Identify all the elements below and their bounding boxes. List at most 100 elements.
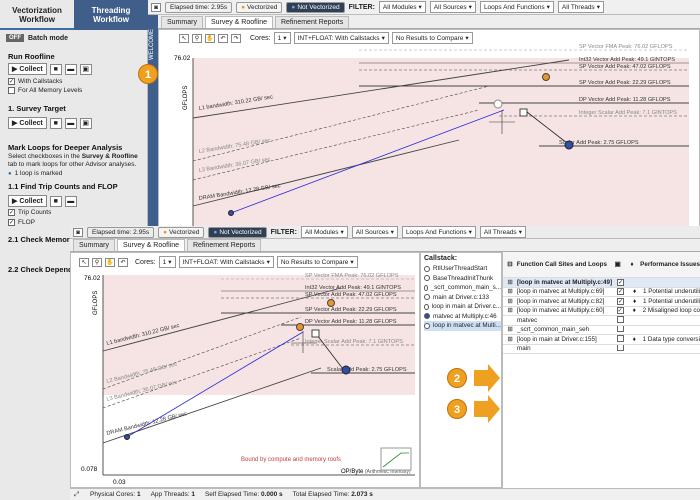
with-callstacks-checkbox[interactable]: ✓ (8, 78, 15, 85)
not-vectorized-filter[interactable]: ● Not Vectorized (286, 1, 345, 13)
col-performance-header[interactable]: Performance Issues (640, 261, 700, 268)
radio-icon[interactable] (424, 313, 430, 320)
survey-stop-icon[interactable]: ■ (49, 117, 62, 129)
all-memory-levels-checkbox[interactable] (8, 87, 15, 94)
bottom-modules-dropdown[interactable]: All Modules ▾ (300, 226, 348, 238)
expand-row-icon[interactable]: ⊞ (503, 326, 517, 333)
radio-icon[interactable] (424, 265, 430, 272)
camera-icon[interactable]: ◙ (151, 2, 161, 12)
with-callstacks-option[interactable]: ✓ With Callstacks (8, 78, 62, 85)
mark-checkbox[interactable]: ✓ (616, 297, 633, 305)
top-point-orange[interactable] (542, 73, 550, 81)
mark-checkbox[interactable] (616, 335, 633, 344)
camera-icon[interactable]: ◙ (73, 227, 83, 237)
trip-counts-stop-icon[interactable]: ■ (49, 195, 62, 207)
loops-grid-panel: ⊟ Function Call Sites and Loops ▣ ♦ Perf… (502, 252, 700, 488)
expand-row-icon[interactable]: ⊞ (503, 336, 517, 343)
bottom-threads-dropdown[interactable]: All Threads ▾ (479, 226, 526, 238)
mark-column-icon[interactable]: ▣ (615, 261, 631, 268)
sources-dropdown[interactable]: All Sources ▾ (429, 1, 476, 13)
radio-icon[interactable] (424, 303, 429, 310)
mark-checkbox[interactable]: ✓ (616, 307, 633, 315)
trip-counts-collect-button[interactable]: ▶ Collect (8, 195, 47, 207)
table-row[interactable]: ⊞ [loop in matvec at Multiply.c:69] ✓ ♦ 1 Po… (503, 288, 700, 297)
batch-mode-toggle[interactable]: OFF (6, 34, 24, 42)
bottom-point-blue[interactable] (341, 365, 351, 375)
mini-map[interactable] (380, 447, 412, 471)
tab-refinement-reports[interactable]: Refinement Reports (274, 16, 350, 28)
survey-collect-button[interactable]: ▶ Collect (8, 117, 47, 129)
mark-checkbox[interactable] (617, 325, 633, 335)
radio-icon[interactable] (424, 275, 430, 282)
modules-dropdown[interactable]: All Modules ▾ (378, 1, 426, 13)
expand-row-icon[interactable]: ⊞ (503, 279, 517, 286)
bottom-roofline-chart[interactable]: 76.02 0.078 0.03 GFLOPS OP/Byte (Arithme… (71, 253, 421, 489)
flame-column-icon[interactable]: ♦ (630, 261, 640, 268)
expand-row-icon[interactable]: ⊞ (503, 307, 517, 314)
top-point-square[interactable] (519, 108, 528, 117)
roofline-folder-icon[interactable]: ▬ (64, 63, 77, 75)
table-row[interactable]: ⊞ _scrt_common_main_seh (503, 325, 700, 335)
expand-row-icon[interactable]: ⊞ (503, 298, 517, 305)
trip-counts-folder-icon[interactable]: ▬ (64, 195, 77, 207)
trip-counts-checkbox[interactable]: ✓ (8, 209, 15, 216)
welcome-strip[interactable]: WELCOME (148, 0, 158, 235)
threads-dropdown[interactable]: All Threads ▾ (557, 1, 604, 13)
flop-option[interactable]: ✓ FLOP (8, 219, 35, 226)
table-row[interactable]: main (503, 344, 700, 354)
expand-all-icon[interactable]: ⊟ (503, 261, 517, 268)
bottom-point-small[interactable] (124, 434, 130, 440)
roofline-command-icon[interactable]: ▣ (79, 63, 92, 75)
callstack-item[interactable]: _scrt_common_main_s... (424, 283, 501, 293)
tab-threading-workflow[interactable]: Threading Workflow (74, 0, 148, 30)
all-memory-levels-option[interactable]: For All Memory Levels (8, 87, 82, 94)
roofline-collect-button[interactable]: ▶ Collect (8, 63, 47, 75)
top-point-small[interactable] (228, 210, 234, 216)
radio-icon[interactable] (424, 284, 428, 291)
vectorized-filter[interactable]: ● Vectorized (236, 1, 283, 13)
bottom-point-orange[interactable] (296, 323, 304, 331)
bottom-loops-functions-dropdown[interactable]: Loops And Functions ▾ (401, 226, 476, 238)
bottom-sources-dropdown[interactable]: All Sources ▾ (351, 226, 398, 238)
bottom-tab-refinement-reports[interactable]: Refinement Reports (186, 239, 262, 251)
mark-checkbox[interactable]: ✓ (616, 288, 633, 296)
top-roofline-chart[interactable]: 76.02 GFLOPS SP Vector FMA Peak: 76.02 G… (159, 30, 700, 231)
bottom-tab-survey-roofline[interactable]: Survey & Roofline (116, 239, 185, 251)
top-point-selected[interactable] (493, 99, 503, 109)
bottom-vectorized-filter[interactable]: ● Vectorized (158, 226, 205, 238)
top-point-blue[interactable] (564, 140, 574, 150)
trip-counts-option[interactable]: ✓ Trip Counts (8, 209, 51, 216)
callstack-item[interactable]: matvec at Multiply.c:46 (424, 312, 501, 322)
callstack-item[interactable]: BaseThreadInitThunk (424, 274, 501, 284)
table-row[interactable]: ⊞ [loop in matvec at Multiply.c:60] ✓ ♦ 2 Mi… (503, 307, 700, 316)
table-row[interactable]: ⊞ [loop in main at Driver.c:155] ♦ 1 Data t… (503, 335, 700, 345)
mark-checkbox[interactable] (617, 344, 633, 354)
callstack-item[interactable]: RtlUserThreadStart (424, 264, 501, 274)
tab-vectorization-workflow[interactable]: Vectorization Workflow (0, 0, 74, 30)
table-row[interactable]: ⊞ [loop in matvec at Multiply.c:49] ✓ (503, 278, 700, 288)
radio-icon[interactable] (424, 294, 430, 301)
loops-functions-dropdown[interactable]: Loops And Functions ▾ (479, 1, 554, 13)
bottom-point-orange-2[interactable] (327, 299, 335, 307)
tab-survey-roofline[interactable]: Survey & Roofline (204, 16, 273, 28)
top-roof-label: SP Vector FMA Peak: 76.02 GFLOPS (579, 44, 673, 50)
tab-summary[interactable]: Summary (161, 16, 203, 28)
table-row[interactable]: matvec (503, 316, 700, 326)
mark-checkbox[interactable] (617, 316, 633, 325)
roofline-stop-icon[interactable]: ■ (49, 63, 62, 75)
bottom-tab-summary[interactable]: Summary (73, 239, 115, 251)
table-row[interactable]: ⊞ [loop in matvec at Multiply.c:82] ✓ ♦ 1 Po… (503, 297, 700, 307)
flop-checkbox[interactable]: ✓ (8, 219, 15, 226)
expand-icon[interactable]: ⤢ (74, 491, 79, 499)
callstack-item[interactable]: main at Driver.c:133 (424, 293, 501, 303)
expand-row-icon[interactable]: ⊞ (503, 288, 517, 295)
mark-checkbox[interactable]: ✓ (617, 278, 633, 286)
radio-icon[interactable] (424, 322, 430, 329)
bottom-not-vectorized-filter[interactable]: ● Not Vectorized (208, 226, 267, 238)
callstack-item[interactable]: loop in main at Driver.c... (424, 302, 501, 312)
col-sites-header[interactable]: Function Call Sites and Loops (517, 261, 615, 268)
survey-command-icon[interactable]: ▣ (79, 117, 92, 129)
callstack-item[interactable]: loop in matvec at Multi... (424, 321, 501, 331)
bottom-point-square[interactable] (311, 329, 320, 338)
survey-folder-icon[interactable]: ▬ (64, 117, 77, 129)
